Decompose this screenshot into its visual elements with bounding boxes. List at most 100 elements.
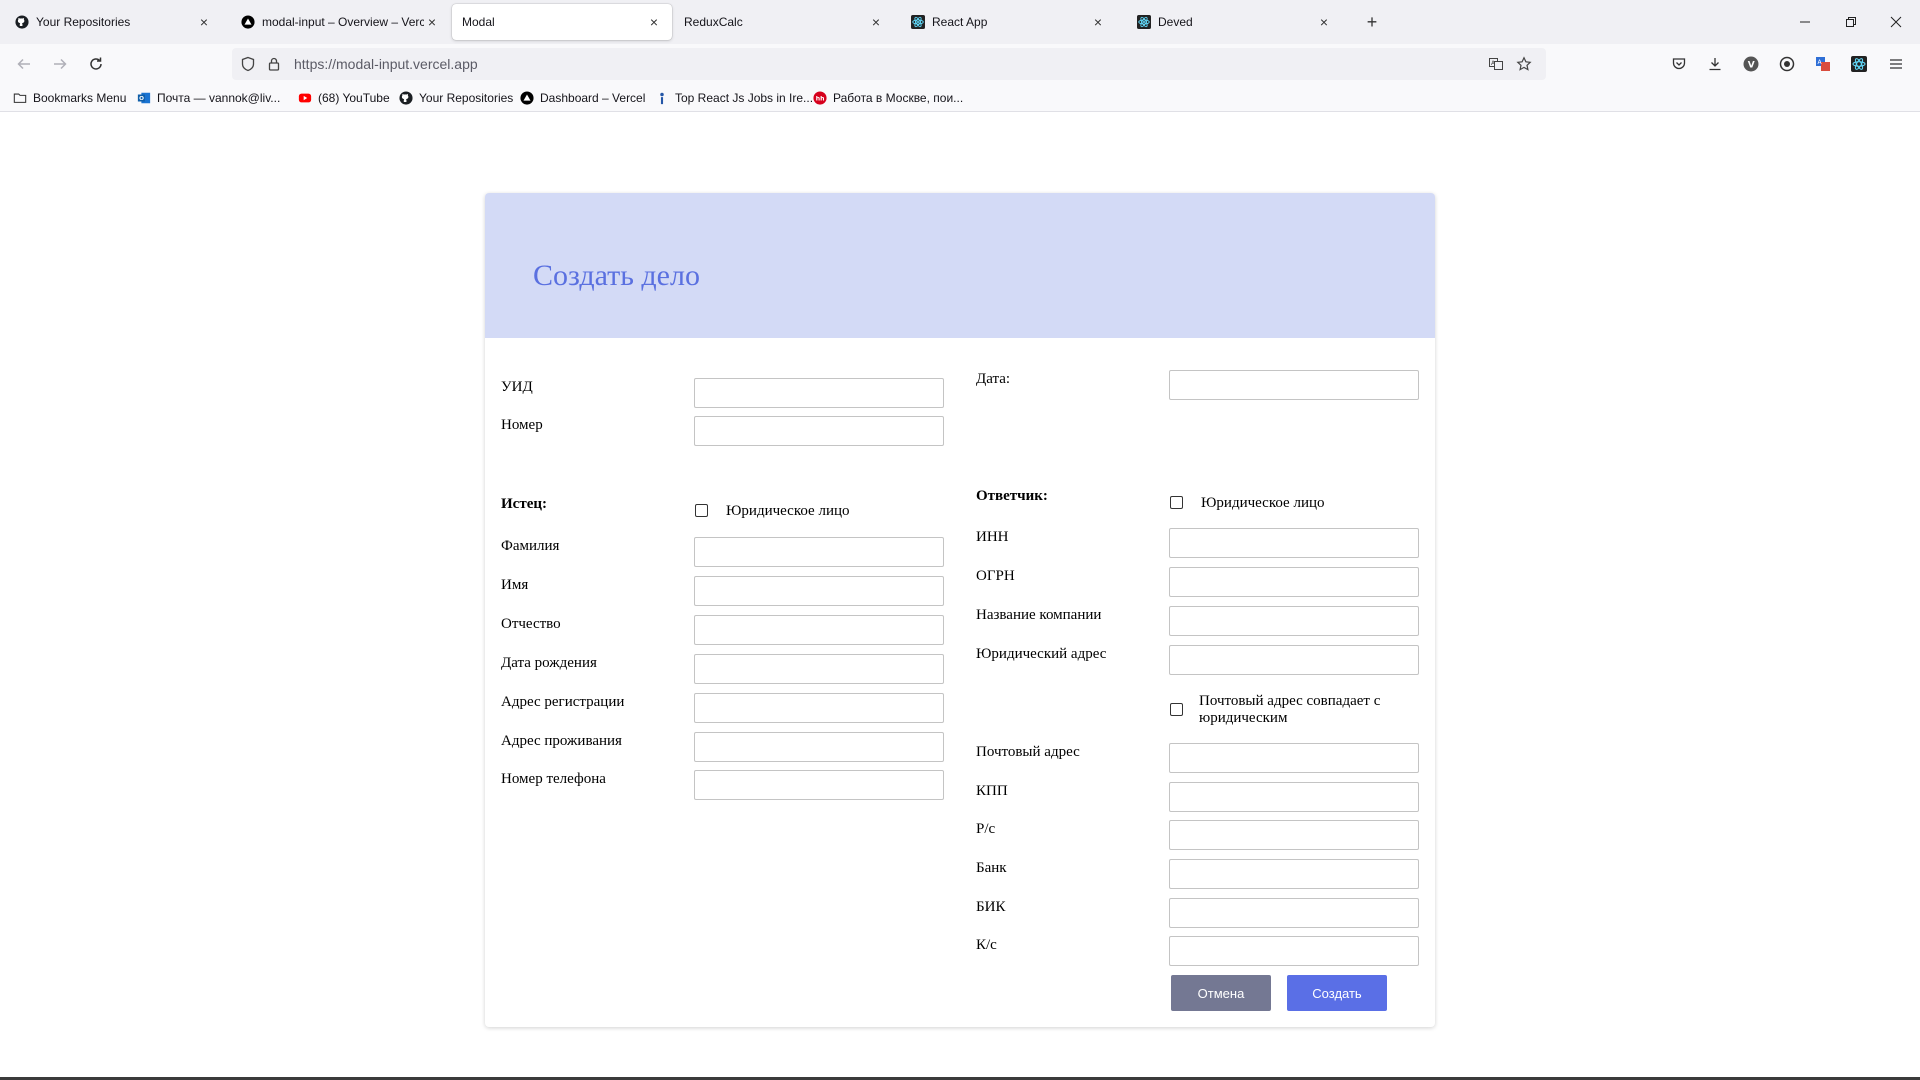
- close-icon[interactable]: ×: [868, 14, 884, 30]
- close-icon[interactable]: ×: [424, 14, 440, 30]
- extension-icon[interactable]: [1775, 52, 1799, 76]
- tab-title: React App: [932, 15, 988, 29]
- bank-input[interactable]: [1169, 859, 1419, 889]
- residence-address-input[interactable]: [694, 732, 944, 762]
- plaintiff-legal-entity-label: Юридическое лицо: [726, 503, 850, 519]
- defendant-legal-entity-checkbox[interactable]: [1170, 496, 1183, 509]
- company-name-label: Название компании: [976, 607, 1102, 623]
- registration-address-input[interactable]: [694, 693, 944, 723]
- svg-text:hh: hh: [816, 96, 825, 103]
- svg-text:O: O: [139, 96, 144, 102]
- create-button[interactable]: Создать: [1287, 975, 1387, 1011]
- lock-icon[interactable]: [266, 56, 282, 72]
- tab-reduxcalc[interactable]: ReduxCalc ×: [674, 4, 894, 40]
- settlement-account-input[interactable]: [1169, 820, 1419, 850]
- bookmarks-toolbar: Bookmarks Menu O Почта — vannok@liv... (…: [0, 84, 1920, 112]
- github-icon: [398, 90, 414, 106]
- bookmark-item[interactable]: Top React Js Jobs in Ire...: [654, 89, 813, 107]
- bookmark-item[interactable]: Your Repositories: [398, 89, 513, 107]
- patronymic-label: Отчество: [501, 616, 561, 632]
- tab-title: Deved: [1158, 15, 1193, 29]
- birthdate-input[interactable]: [694, 654, 944, 684]
- phone-input[interactable]: [694, 770, 944, 800]
- plaintiff-legal-entity-checkbox[interactable]: [695, 504, 708, 517]
- postal-address-input[interactable]: [1169, 743, 1419, 773]
- kpp-input[interactable]: [1169, 782, 1419, 812]
- hh-icon: hh: [812, 90, 828, 106]
- bik-label: БИК: [976, 899, 1006, 915]
- bookmark-item[interactable]: hh Работа в Москве, пои...: [812, 89, 963, 107]
- close-icon[interactable]: ×: [1316, 14, 1332, 30]
- vpn-extension-icon[interactable]: V: [1739, 52, 1763, 76]
- number-input[interactable]: [694, 416, 944, 446]
- new-tab-plus-icon[interactable]: +: [1360, 10, 1384, 34]
- defendant-heading: Ответчик:: [976, 488, 1048, 504]
- bookmark-item[interactable]: Bookmarks Menu: [12, 89, 126, 107]
- react-devtools-icon[interactable]: [1847, 52, 1871, 76]
- vercel-icon: [519, 90, 535, 106]
- date-input[interactable]: [1169, 370, 1419, 400]
- bookmark-item[interactable]: (68) YouTube: [297, 89, 390, 107]
- close-icon[interactable]: ×: [196, 14, 212, 30]
- back-icon[interactable]: [10, 50, 38, 78]
- bik-input[interactable]: [1169, 898, 1419, 928]
- cancel-button[interactable]: Отмена: [1171, 975, 1271, 1011]
- bookmark-star-icon[interactable]: [1516, 56, 1532, 72]
- lastname-input[interactable]: [694, 537, 944, 567]
- translate-extension-icon[interactable]: A: [1811, 52, 1835, 76]
- legal-address-input[interactable]: [1169, 645, 1419, 675]
- birthdate-label: Дата рождения: [501, 655, 597, 671]
- window-close-icon[interactable]: [1881, 8, 1911, 36]
- restore-icon[interactable]: [1836, 8, 1866, 36]
- indeed-icon: [654, 90, 670, 106]
- residence-address-label: Адрес проживания: [501, 733, 622, 749]
- tab-modal[interactable]: Modal ×: [452, 4, 672, 40]
- inn-input[interactable]: [1169, 528, 1419, 558]
- svg-text:V: V: [1748, 61, 1755, 71]
- bookmark-label: Почта — vannok@liv...: [157, 91, 281, 105]
- ogrn-input[interactable]: [1169, 567, 1419, 597]
- postal-same-checkbox[interactable]: [1170, 703, 1183, 716]
- patronymic-input[interactable]: [694, 615, 944, 645]
- firstname-label: Имя: [501, 577, 529, 593]
- company-name-input[interactable]: [1169, 606, 1419, 636]
- plaintiff-heading: Истец:: [501, 496, 547, 512]
- menu-hamburger-icon[interactable]: [1884, 52, 1908, 76]
- uid-input[interactable]: [694, 378, 944, 408]
- close-icon[interactable]: ×: [646, 14, 662, 30]
- folder-icon: [12, 90, 28, 106]
- pocket-icon[interactable]: [1667, 52, 1691, 76]
- correspondent-account-input[interactable]: [1169, 936, 1419, 966]
- bookmark-item[interactable]: Dashboard – Vercel: [519, 89, 645, 107]
- tab-modal-input-overview[interactable]: modal-input – Overview – Verce ×: [230, 4, 450, 40]
- tab-deved[interactable]: Deved ×: [1126, 4, 1342, 40]
- tab-your-repositories[interactable]: Your Repositories ×: [4, 4, 222, 40]
- ogrn-label: ОГРН: [976, 568, 1015, 584]
- firstname-input[interactable]: [694, 576, 944, 606]
- tab-strip: Your Repositories × modal-input – Overvi…: [0, 0, 1920, 44]
- download-icon[interactable]: [1703, 52, 1727, 76]
- registration-address-label: Адрес регистрации: [501, 694, 625, 710]
- bookmark-label: Top React Js Jobs in Ire...: [675, 91, 814, 105]
- forward-icon[interactable]: [46, 50, 74, 78]
- bookmark-label: Bookmarks Menu: [33, 91, 127, 105]
- shield-icon[interactable]: [240, 56, 256, 72]
- minimize-icon[interactable]: [1790, 8, 1820, 36]
- legal-address-label: Юридический адрес: [976, 646, 1107, 662]
- tab-react-app[interactable]: React App ×: [900, 4, 1116, 40]
- translate-icon[interactable]: A: [1488, 56, 1504, 72]
- url-bar[interactable]: https://modal-input.vercel.app A: [232, 48, 1546, 80]
- defendant-legal-entity-label: Юридическое лицо: [1201, 495, 1325, 511]
- bookmark-label: Dashboard – Vercel: [540, 91, 646, 105]
- postal-address-label: Почтовый адрес: [976, 744, 1080, 760]
- kpp-label: КПП: [976, 783, 1008, 799]
- bookmark-label: Your Repositories: [419, 91, 514, 105]
- bookmark-item[interactable]: O Почта — vannok@liv...: [136, 89, 280, 107]
- date-label: Дата:: [976, 371, 1011, 387]
- modal-header: Создать дело: [485, 193, 1435, 338]
- settlement-account-label: Р/с: [976, 821, 996, 837]
- close-icon[interactable]: ×: [1090, 14, 1106, 30]
- bookmark-label: Работа в Москве, пои...: [833, 91, 964, 105]
- reload-icon[interactable]: [82, 50, 110, 78]
- tab-title: Your Repositories: [36, 15, 131, 29]
